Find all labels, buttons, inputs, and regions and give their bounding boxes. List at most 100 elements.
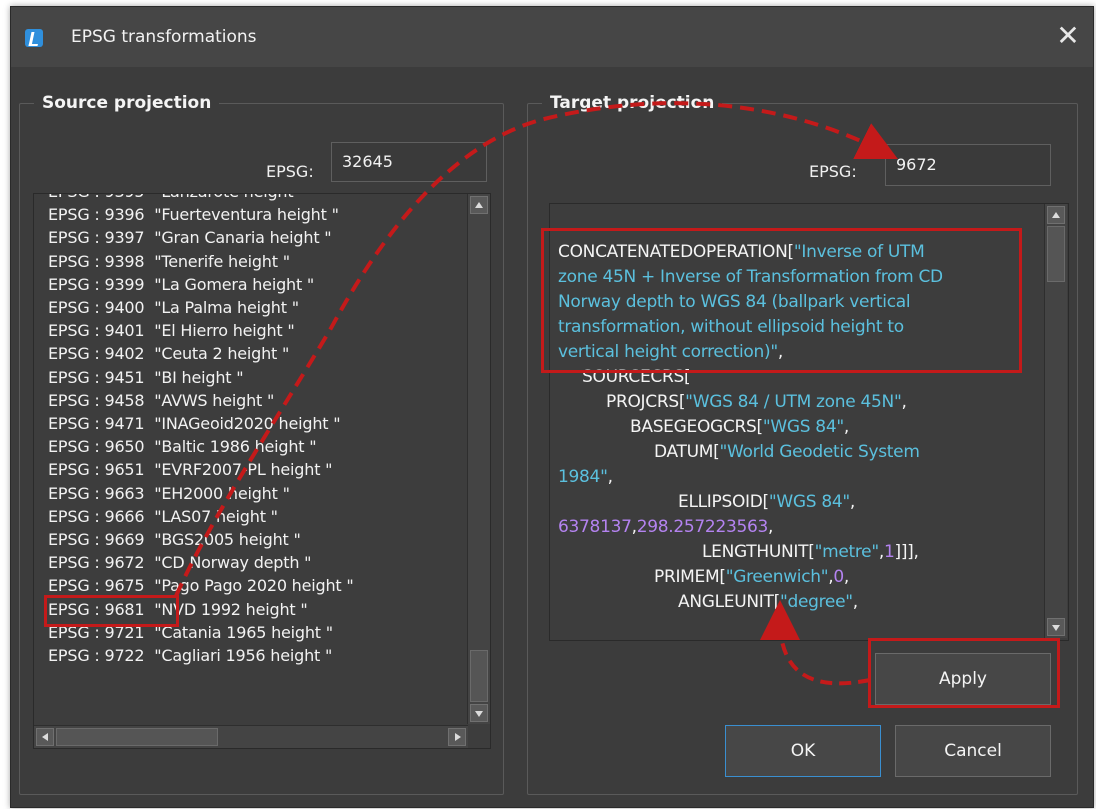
separator <box>144 368 154 387</box>
target-epsg-input[interactable]: 9672 <box>885 144 1051 186</box>
projection-name: "Lanzarote height " <box>154 194 305 201</box>
epsg-code: EPSG : 9663 <box>48 483 145 503</box>
separator <box>144 460 154 479</box>
epsg-code: EPSG : 9650 <box>48 437 145 457</box>
arrow-up-icon <box>475 202 483 208</box>
epsg-code: EPSG : 9397 <box>48 228 145 248</box>
target-projection-legend: Target projection <box>550 93 715 113</box>
epsg-code: EPSG : 9458 <box>48 390 145 410</box>
source-epsg-input[interactable]: 32645 <box>331 142 487 182</box>
separator <box>144 275 154 294</box>
list-item[interactable]: EPSG : 9672 "CD Norway depth " <box>48 551 312 574</box>
projection-name: "Ceuta 2 height " <box>154 344 290 364</box>
list-item[interactable]: EPSG : 9400 "La Palma height " <box>48 296 299 319</box>
arrow-down-icon <box>475 711 483 717</box>
cancel-button[interactable]: Cancel <box>895 725 1051 777</box>
list-item[interactable]: EPSG : 9402 "Ceuta 2 height " <box>48 342 289 365</box>
epsg-code: EPSG : 9401 <box>48 321 145 341</box>
scroll-right-button[interactable] <box>448 728 466 746</box>
wkt-line: ANGLEUNIT["degree", <box>678 592 858 612</box>
list-item[interactable]: EPSG : 9399 "La Gomera height " <box>48 273 314 296</box>
target-epsg-label: EPSG: <box>809 162 857 181</box>
list-item[interactable]: EPSG : 9396 "Fuerteventura height " <box>48 203 339 226</box>
projection-name: "EH2000 height " <box>154 483 290 503</box>
scroll-left-button[interactable] <box>36 728 54 746</box>
scroll-down-button[interactable] <box>470 704 488 722</box>
scroll-down-button[interactable] <box>1047 618 1065 636</box>
projection-name: "Baltic 1986 height " <box>154 437 317 457</box>
list-item[interactable]: EPSG : 9666 "LAS07 height " <box>48 505 278 528</box>
separator <box>144 484 154 503</box>
wkt-scroll-thumb[interactable] <box>1047 226 1065 282</box>
source-list-viewport: EPSG : 9395 "Lanzarote height "EPSG : 93… <box>34 194 454 724</box>
separator <box>144 646 154 665</box>
separator <box>144 553 154 572</box>
separator <box>144 252 154 271</box>
projection-name: "Pago Pago 2020 height " <box>154 576 354 596</box>
wkt-line: PROJCRS["WGS 84 / UTM zone 45N", <box>606 392 907 412</box>
projection-name: "Tenerife height " <box>154 251 290 271</box>
arrow-left-icon <box>42 733 48 741</box>
projection-name: "BGS2005 height " <box>154 530 301 549</box>
epsg-code: EPSG : 9400 <box>48 298 145 317</box>
projection-name: "El Hierro height " <box>154 321 295 341</box>
separator <box>144 507 154 526</box>
list-item[interactable]: EPSG : 9458 "AVWS height " <box>48 389 274 412</box>
epsg-code: EPSG : 9722 <box>48 646 145 665</box>
separator <box>144 530 154 549</box>
list-item[interactable]: EPSG : 9650 "Baltic 1986 height " <box>48 435 317 458</box>
separator <box>144 194 154 201</box>
projection-name: "Cagliari 1956 height " <box>154 646 333 665</box>
source-list-hscrollbar[interactable] <box>34 725 468 748</box>
scroll-up-button[interactable] <box>470 196 488 214</box>
projection-name: "Catania 1965 height " <box>154 622 333 642</box>
list-item[interactable]: EPSG : 9398 "Tenerife height " <box>48 250 290 273</box>
separator <box>144 321 154 340</box>
ok-button[interactable]: OK <box>725 725 881 777</box>
epsg-code: EPSG : 9669 <box>48 530 145 549</box>
separator <box>144 298 154 317</box>
list-item[interactable]: EPSG : 9663 "EH2000 height " <box>48 482 290 505</box>
list-item[interactable]: EPSG : 9397 "Gran Canaria height " <box>48 226 332 249</box>
list-item[interactable]: EPSG : 9669 "BGS2005 height " <box>48 528 301 551</box>
source-list-vscrollbar[interactable] <box>467 194 490 724</box>
list-item[interactable]: EPSG : 9651 "EVRF2007-PL height " <box>48 458 333 481</box>
epsg-code: EPSG : 9399 <box>48 274 145 294</box>
list-item[interactable]: EPSG : 9471 "INAGeoid2020 height " <box>48 412 341 435</box>
title-bar[interactable]: EPSG transformations ✕ <box>11 7 1093 67</box>
list-item[interactable]: EPSG : 9675 "Pago Pago 2020 height " <box>48 574 354 597</box>
wkt-line: ELLIPSOID["WGS 84", <box>678 492 856 512</box>
list-item[interactable]: EPSG : 9451 "BI height " <box>48 366 244 389</box>
epsg-code: EPSG : 9396 <box>48 205 145 225</box>
wkt-vscrollbar[interactable] <box>1044 204 1067 638</box>
arrow-up-icon <box>1052 212 1060 218</box>
close-icon[interactable]: ✕ <box>1051 19 1085 53</box>
arrow-right-icon <box>455 733 461 741</box>
projection-name: "CD Norway depth " <box>154 553 312 573</box>
wkt-highlight <box>541 228 1022 373</box>
separator <box>144 344 154 363</box>
source-list-scroll-thumb[interactable] <box>470 650 488 702</box>
wkt-line: 1984", <box>558 467 613 487</box>
list-item[interactable]: EPSG : 9395 "Lanzarote height " <box>48 194 306 203</box>
separator <box>144 205 154 224</box>
separator <box>144 228 154 247</box>
scroll-up-button[interactable] <box>1047 206 1065 224</box>
epsg-code: EPSG : 9651 <box>48 460 145 480</box>
source-projection-list[interactable]: EPSG : 9395 "Lanzarote height "EPSG : 93… <box>33 193 491 749</box>
wkt-line: 6378137,298.257223563, <box>558 517 774 537</box>
projection-name: "INAGeoid2020 height " <box>154 414 341 433</box>
projection-name: "EVRF2007-PL height " <box>154 460 333 480</box>
projection-name: "Gran Canaria height " <box>154 228 332 248</box>
selected-epsg-highlight <box>44 595 179 627</box>
list-item[interactable]: EPSG : 9401 "El Hierro height " <box>48 319 295 342</box>
epsg-code: EPSG : 9471 <box>48 414 145 433</box>
arrow-down-icon <box>1052 625 1060 631</box>
separator <box>144 391 154 410</box>
list-item[interactable]: EPSG : 9722 "Cagliari 1956 height " <box>48 644 332 667</box>
source-epsg-label: EPSG: <box>266 162 314 181</box>
separator <box>144 576 154 595</box>
projection-name: "Fuerteventura height " <box>154 205 339 225</box>
source-list-hscroll-thumb[interactable] <box>56 728 218 746</box>
projection-name: "La Gomera height " <box>154 274 315 294</box>
